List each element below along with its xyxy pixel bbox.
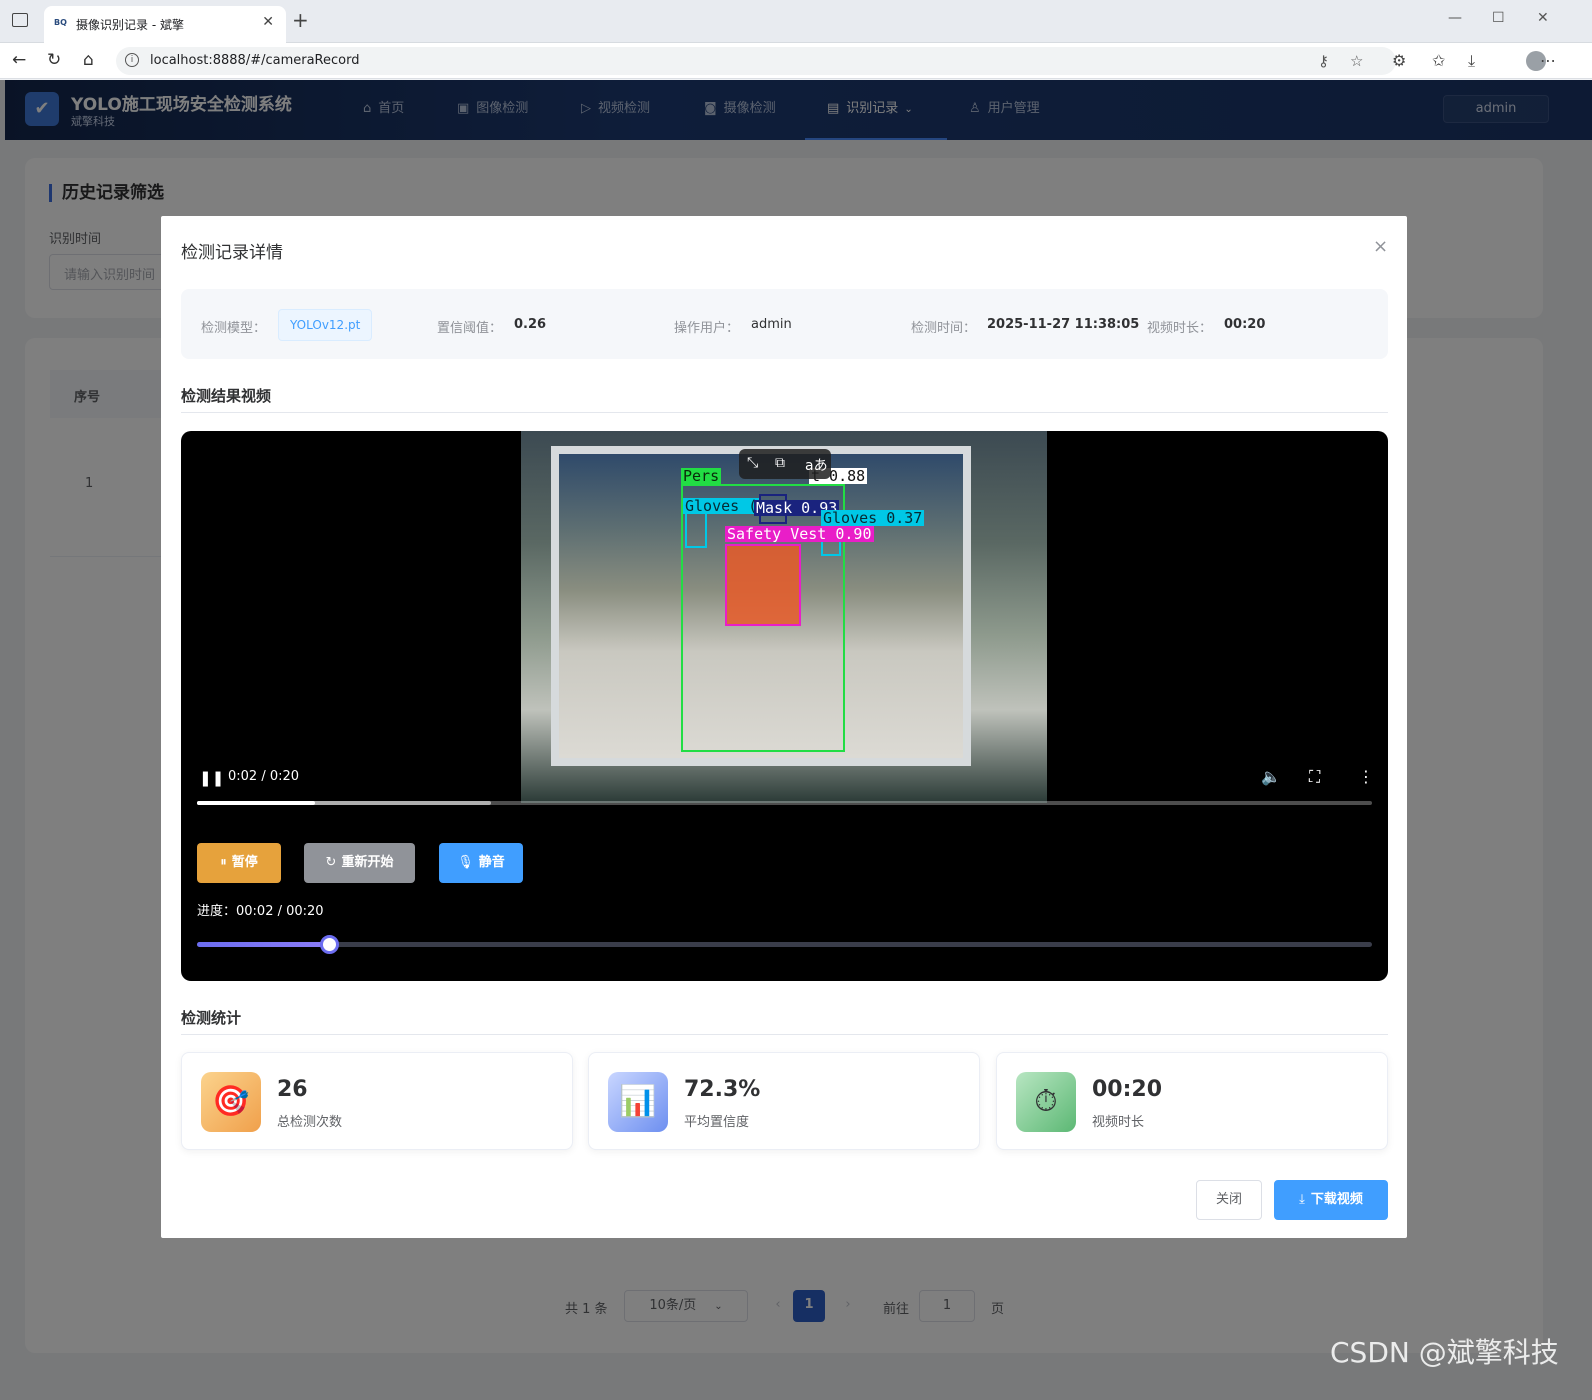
picture-in-picture-icon[interactable]: ⧉ xyxy=(775,455,785,471)
browser-tabbar: BQ 摄像识别记录 - 斌擎 ✕ + — ☐ ✕ xyxy=(0,0,1592,43)
download-video-button[interactable]: ⤓ 下载视频 xyxy=(1274,1180,1388,1220)
operator-label: 操作用户： xyxy=(674,321,740,336)
detect-time-label: 检测时间： xyxy=(911,321,977,336)
translate-icon[interactable]: aあ xyxy=(805,455,828,475)
favorite-star-icon[interactable]: ☆ xyxy=(1350,52,1363,70)
stat-label: 总检测次数 xyxy=(277,1115,343,1130)
mute-button[interactable]: 🎙 静音 xyxy=(439,843,523,883)
pause-circle-icon: ⏸ xyxy=(220,855,227,870)
stat-card-confidence: 📊 72.3% 平均置信度 xyxy=(588,1052,980,1150)
back-icon[interactable]: ← xyxy=(12,50,26,70)
window-close-icon[interactable]: ✕ xyxy=(1537,10,1549,26)
fullscreen-icon[interactable]: ⛶ xyxy=(1309,767,1320,787)
model-label: 检测模型： xyxy=(201,321,267,336)
sidebar-toggle-icon[interactable] xyxy=(12,13,28,27)
minimize-icon[interactable]: — xyxy=(1448,10,1462,26)
key-icon[interactable]: ⚷ xyxy=(1318,52,1329,70)
stat-label: 平均置信度 xyxy=(684,1115,750,1130)
section-divider xyxy=(181,1034,1388,1035)
native-played xyxy=(197,801,315,805)
browser-addressbar: ← ↻ ⌂ i localhost:8888/#/cameraRecord ⚷ … xyxy=(0,43,1592,79)
duration-label: 视频时长： xyxy=(1147,321,1213,336)
native-seek-bar[interactable] xyxy=(197,801,1372,805)
section-divider xyxy=(181,412,1388,413)
url-text[interactable]: localhost:8888/#/cameraRecord xyxy=(150,53,359,68)
bbox-label-gloves-right: Gloves 0.37 xyxy=(821,509,925,527)
native-pause-icon[interactable]: ❚❚ xyxy=(199,769,224,787)
url-bar[interactable]: i localhost:8888/#/cameraRecord ⚷ ☆ xyxy=(116,47,1396,75)
reload-icon[interactable]: ↻ xyxy=(47,50,61,70)
confidence-label: 置信阈值： xyxy=(437,321,503,336)
video-section-title: 检测结果视频 xyxy=(181,387,272,405)
progress-text: 进度：00:02 / 00:20 xyxy=(197,904,324,919)
refresh-icon: ↻ xyxy=(325,855,337,870)
native-time-display: 0:02 / 0:20 xyxy=(228,769,300,784)
target-icon: 🎯 xyxy=(201,1072,261,1132)
video-scene: Pers t 0.88 Gloves ( Mask 0.93 Gloves 0.… xyxy=(551,446,971,766)
more-options-icon[interactable]: ⋮ xyxy=(1358,767,1374,786)
download-icon[interactable]: ⤓ xyxy=(1468,51,1475,71)
stat-card-duration: ⏱ 00:20 视频时长 xyxy=(996,1052,1388,1150)
stat-label: 视频时长 xyxy=(1092,1115,1145,1130)
microphone-icon: 🎙 xyxy=(457,855,474,870)
download-icon: ⤓ xyxy=(1299,1192,1305,1207)
new-tab-icon[interactable]: + xyxy=(292,8,309,32)
detection-info-bar: 检测模型： YOLOv12.pt 置信阈值： 0.26 操作用户： admin … xyxy=(181,289,1388,359)
stats-section-title: 检测统计 xyxy=(181,1009,242,1027)
record-detail-dialog: 检测记录详情 × 检测模型： YOLOv12.pt 置信阈值： 0.26 操作用… xyxy=(161,216,1407,1238)
maximize-icon[interactable]: ☐ xyxy=(1492,10,1505,26)
pause-button[interactable]: ⏸ 暂停 xyxy=(197,843,281,883)
confidence-value: 0.26 xyxy=(514,317,547,332)
bbox-label-safety-vest: Safety Vest 0.90 xyxy=(725,525,874,543)
progress-slider-fill xyxy=(197,942,329,947)
model-tag: YOLOv12.pt xyxy=(278,309,373,341)
favorites-icon[interactable]: ✩ xyxy=(1432,51,1445,70)
browser-tab[interactable]: BQ 摄像识别记录 - 斌擎 ✕ xyxy=(44,6,286,43)
tab-close-icon[interactable]: ✕ xyxy=(262,14,274,30)
bbox-label-gloves-left: Gloves ( xyxy=(683,497,760,515)
bbox-gloves-left xyxy=(685,510,707,548)
stat-value: 72.3% xyxy=(684,1077,761,1102)
progress-slider-handle[interactable] xyxy=(319,935,339,954)
progress-slider[interactable] xyxy=(197,935,1372,954)
site-info-icon[interactable]: i xyxy=(125,53,139,67)
video-frame[interactable]: Pers t 0.88 Gloves ( Mask 0.93 Gloves 0.… xyxy=(521,431,1047,803)
stopwatch-icon: ⏱ xyxy=(1016,1072,1076,1132)
video-player[interactable]: Pers t 0.88 Gloves ( Mask 0.93 Gloves 0.… xyxy=(181,431,1388,981)
video-overlay-toolbar: ⤡ ⧉ aあ xyxy=(739,449,831,479)
volume-icon[interactable]: 🔈 xyxy=(1261,767,1281,786)
bar-chart-icon: 📊 xyxy=(608,1072,668,1132)
duration-value: 00:20 xyxy=(1224,317,1266,332)
tab-title: 摄像识别记录 - 斌擎 xyxy=(76,18,184,32)
bbox-label-person-left: Pers xyxy=(681,467,722,485)
tab-favicon: BQ xyxy=(54,18,67,27)
dialog-close-icon[interactable]: × xyxy=(1373,236,1388,257)
stat-value: 00:20 xyxy=(1092,1077,1163,1102)
dialog-title: 检测记录详情 xyxy=(181,243,283,263)
stat-card-total: 🎯 26 总检测次数 xyxy=(181,1052,573,1150)
watermark: CSDN @斌擎科技 xyxy=(1330,1336,1559,1369)
close-button[interactable]: 关闭 xyxy=(1196,1180,1262,1220)
extensions-icon[interactable]: ⚙ xyxy=(1392,51,1406,70)
restart-button[interactable]: ↻ 重新开始 xyxy=(304,843,415,883)
detect-time-value: 2025-11-27 11:38:05 xyxy=(987,317,1140,332)
bbox-safety-vest xyxy=(725,544,801,626)
home-icon[interactable]: ⌂ xyxy=(83,50,94,70)
more-menu-icon[interactable]: ⋯ xyxy=(1540,51,1556,70)
stat-value: 26 xyxy=(277,1077,308,1102)
fit-screen-icon[interactable]: ⤡ xyxy=(747,455,758,471)
operator-value: admin xyxy=(751,317,792,332)
